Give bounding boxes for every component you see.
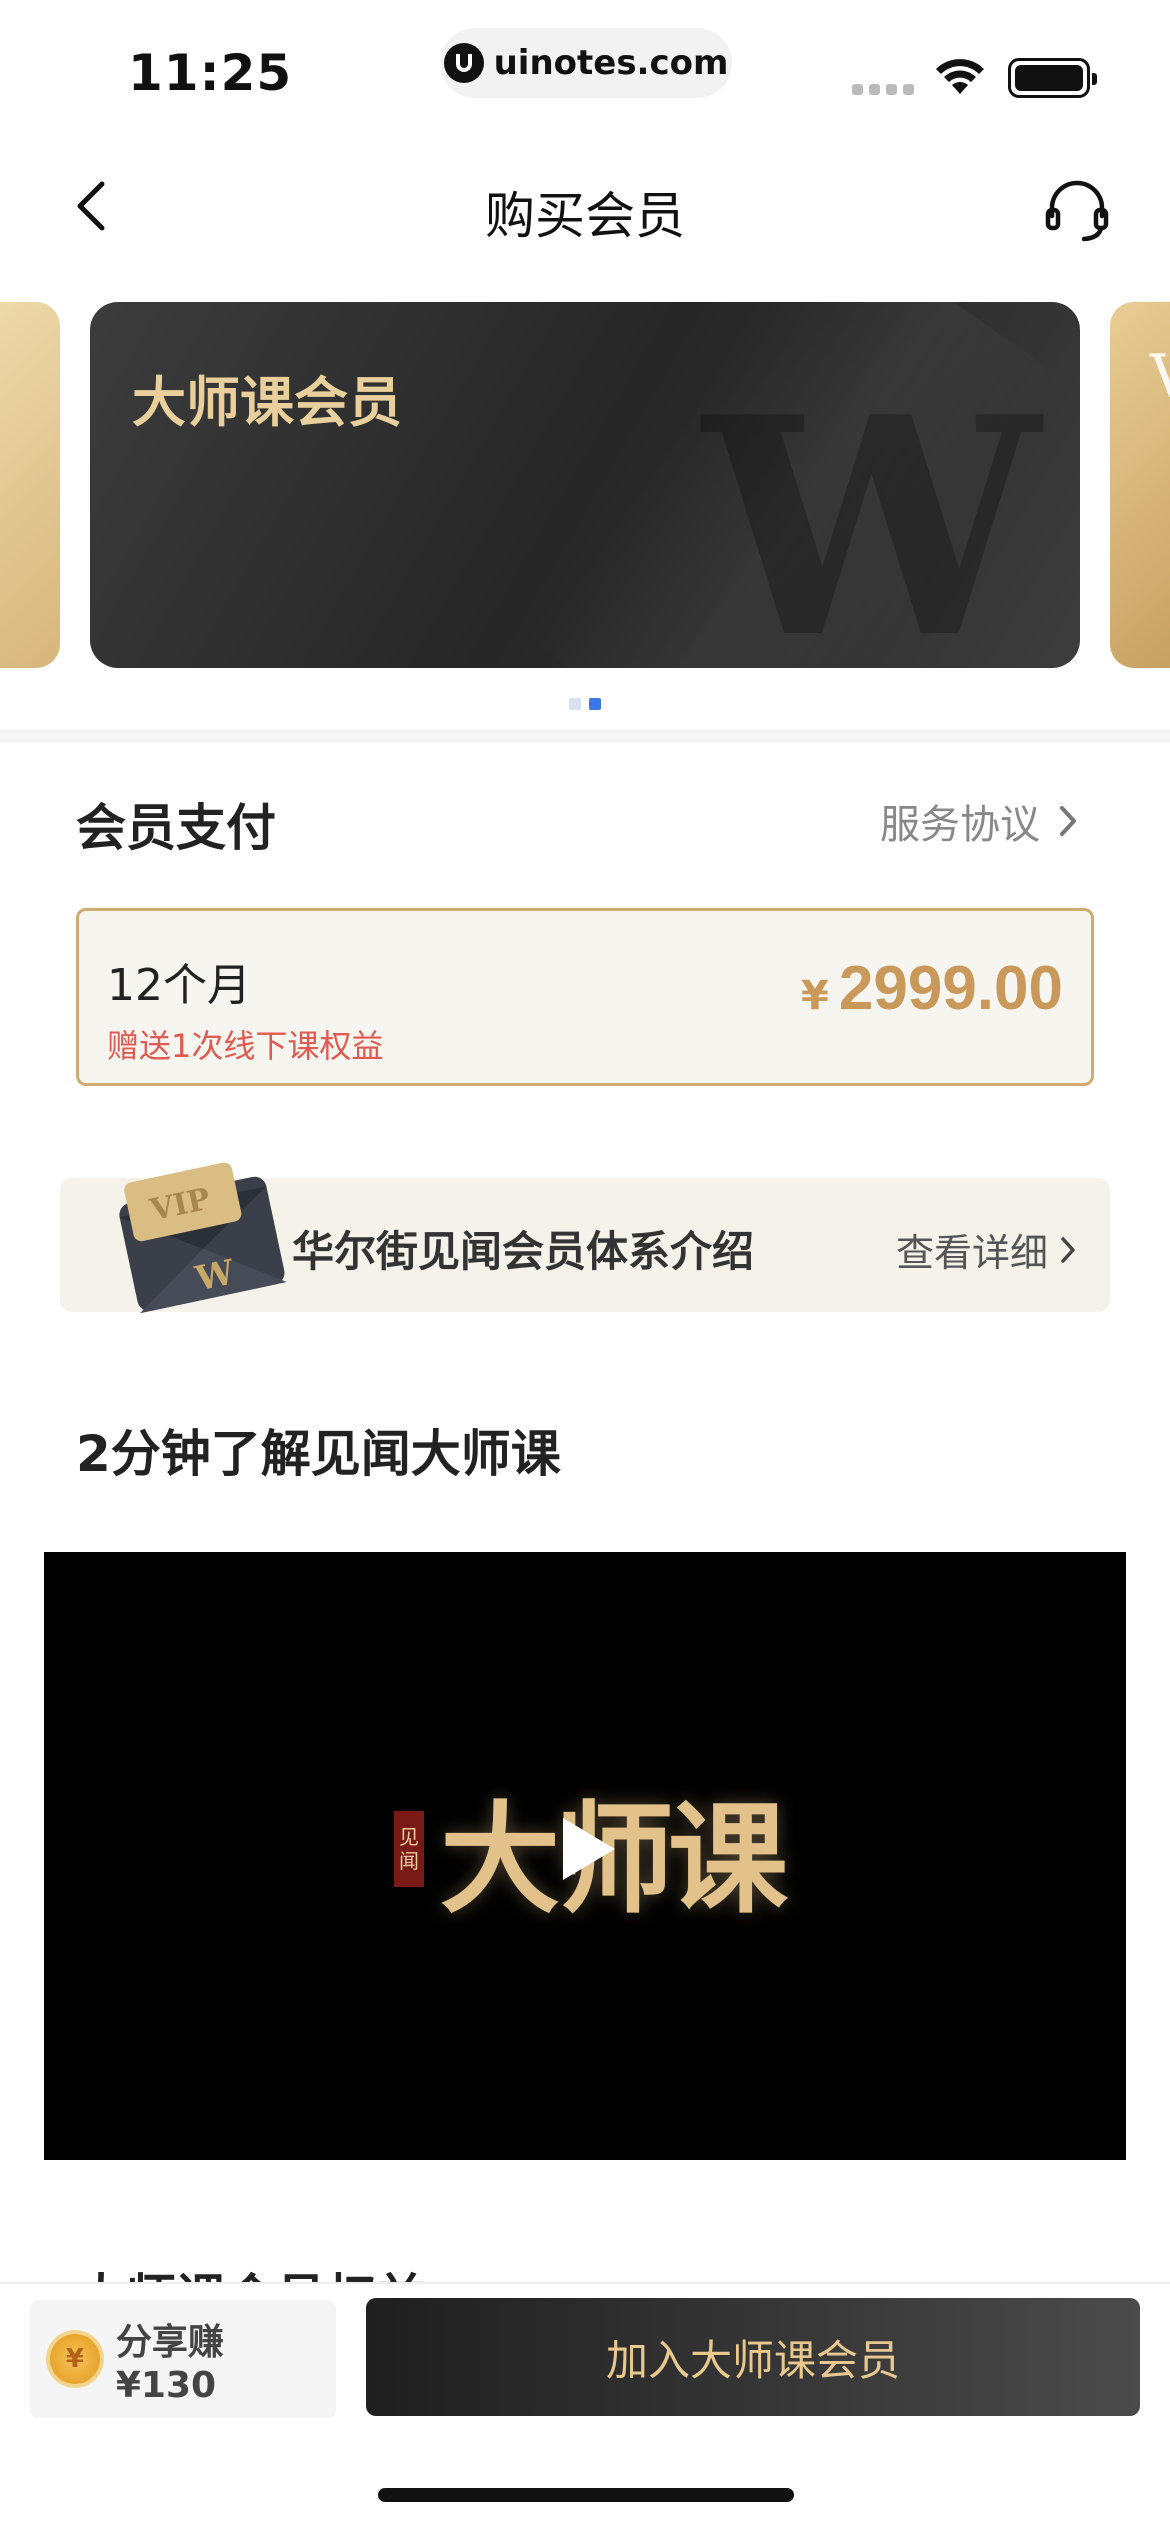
share-earn-button[interactable]: ¥ 分享赚 ¥130 xyxy=(30,2300,336,2418)
site-logo-icon xyxy=(443,43,484,83)
section-divider xyxy=(0,730,1170,742)
wifi-icon xyxy=(936,59,984,94)
url-text: uinotes.com xyxy=(493,43,729,83)
home-indicator xyxy=(378,2488,794,2502)
chevron-right-icon xyxy=(1060,806,1076,836)
price-amount: 2999.00 xyxy=(838,954,1063,1023)
membership-payment-title: 会员支付 xyxy=(76,799,276,857)
plan-price: ¥ 2999.00 xyxy=(801,953,1063,1024)
page-dot xyxy=(569,698,581,710)
price-currency: ¥ xyxy=(801,973,829,1019)
play-icon[interactable] xyxy=(559,1814,619,1884)
carousel-card-previous[interactable] xyxy=(0,302,60,668)
plan-option-12-months[interactable]: 12个月 赠送1次线下课权益 ¥ 2999.00 xyxy=(76,908,1094,1086)
status-time: 11:25 xyxy=(128,44,293,102)
page-dot-active xyxy=(589,698,601,710)
vip-envelope-icon: VIP W xyxy=(119,1162,287,1314)
view-details-link[interactable]: 查看详细 xyxy=(896,1222,1076,1277)
chevron-right-icon xyxy=(1061,1236,1075,1263)
plan-gift-note: 赠送1次线下课权益 xyxy=(107,1027,384,1065)
service-agreement-link[interactable]: 服务协议 xyxy=(880,792,1078,850)
card-title: 大师课会员 xyxy=(132,371,402,434)
page-title: 购买会员 xyxy=(485,187,685,245)
navigation-bar: 购买会员 xyxy=(0,150,1170,260)
url-pill[interactable]: uinotes.com xyxy=(440,28,732,98)
cellular-signal-icon xyxy=(852,84,914,95)
customer-service-headset-icon[interactable] xyxy=(1042,176,1112,246)
share-earn-label: 分享赚 ¥130 xyxy=(115,2321,224,2406)
join-membership-button[interactable]: 加入大师课会员 xyxy=(366,2298,1140,2416)
status-bar: 11:25 uinotes.com xyxy=(0,0,1170,130)
battery-icon xyxy=(1008,58,1097,98)
service-agreement-label: 服务协议 xyxy=(880,802,1040,848)
carousel-card-master-class[interactable]: 大师课会员 W xyxy=(90,302,1080,668)
plan-duration: 12个月 xyxy=(107,960,251,1011)
seal-stamp: 见闻 xyxy=(394,1811,424,1887)
membership-card-carousel[interactable]: 大师课会员 W V xyxy=(0,302,1170,668)
card-peek-text: V xyxy=(1150,342,1170,412)
card-watermark-logo: W xyxy=(703,351,1040,669)
view-details-label: 查看详细 xyxy=(895,1231,1048,1275)
coin-icon: ¥ xyxy=(46,2330,104,2388)
intro-text: 华尔街见闻会员体系介绍 xyxy=(292,1227,755,1276)
membership-intro-banner[interactable]: VIP W 华尔街见闻会员体系介绍 查看详细 xyxy=(60,1162,1110,1314)
carousel-page-indicator xyxy=(0,698,1170,710)
video-section-title: 2分钟了解见闻大师课 xyxy=(76,1425,561,1483)
carousel-card-next[interactable]: V xyxy=(1110,302,1170,668)
intro-video-player[interactable]: 见闻 大师课 xyxy=(44,1552,1126,2160)
